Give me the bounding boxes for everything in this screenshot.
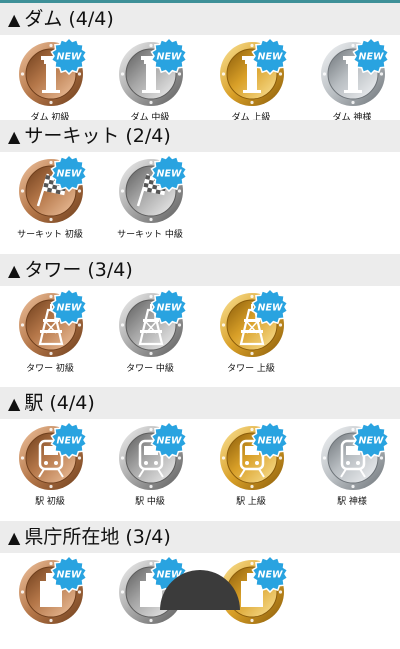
- badge-label: 駅 上級: [236, 497, 266, 507]
- new-badge: NEW: [150, 288, 188, 326]
- badge-item[interactable]: NEW ダム 神様: [302, 37, 400, 131]
- new-badge: NEW: [50, 37, 88, 75]
- badge-item[interactable]: NEW 駅 初級: [0, 421, 100, 515]
- new-badge-label: NEW: [57, 169, 82, 180]
- badge-label: タワー 中級: [126, 364, 174, 374]
- new-badge: NEW: [352, 37, 390, 75]
- badge-label: タワー 上級: [227, 364, 275, 374]
- section-header[interactable]: ▲ サーキット (2/4): [0, 120, 400, 152]
- new-badge-label: NEW: [359, 52, 384, 63]
- section-title: ダム (4/4): [24, 8, 114, 30]
- new-badge: NEW: [50, 555, 88, 593]
- badge-label: 駅 中級: [135, 497, 165, 507]
- collapse-arrow-icon: ▲: [8, 261, 21, 280]
- badge-label: サーキット 中級: [117, 230, 183, 240]
- new-badge-label: NEW: [57, 303, 82, 314]
- badge-item[interactable]: NEW ダム 初級: [0, 37, 100, 131]
- badge-item[interactable]: NEW 駅 神様: [302, 421, 400, 515]
- badge-grid: NEW サーキット 初級 NEW サーキット 中級: [0, 154, 400, 248]
- new-badge: NEW: [150, 37, 188, 75]
- new-badge-label: NEW: [157, 303, 182, 314]
- badge-label: タワー 初級: [26, 364, 74, 374]
- new-badge-label: NEW: [57, 570, 82, 581]
- badge-item[interactable]: NEW サーキット 初級: [0, 154, 100, 248]
- new-badge-label: NEW: [258, 570, 283, 581]
- new-badge: NEW: [251, 421, 289, 459]
- badge-label: 駅 神様: [337, 497, 367, 507]
- new-badge: NEW: [251, 288, 289, 326]
- section-header[interactable]: ▲ 駅 (4/4): [0, 387, 400, 419]
- new-badge-label: NEW: [157, 52, 182, 63]
- new-badge-label: NEW: [258, 436, 283, 447]
- badge-item[interactable]: NEW タワー 上級: [201, 288, 301, 382]
- section-title: 県庁所在地 (3/4): [24, 526, 171, 548]
- new-badge-label: NEW: [258, 52, 283, 63]
- new-badge: NEW: [50, 154, 88, 192]
- badge-grid: NEW 駅 初級 NEW 駅 中級 NEW 駅 上級 NEW 駅 神様: [0, 421, 400, 515]
- badge-item[interactable]: NEW 駅 中級: [100, 421, 200, 515]
- badge-item[interactable]: NEW サーキット 中級: [100, 154, 200, 248]
- new-badge-label: NEW: [157, 436, 182, 447]
- section-header[interactable]: ▲ タワー (3/4): [0, 254, 400, 286]
- badge-item[interactable]: NEW ダム 中級: [100, 37, 200, 131]
- badge-grid: NEW ダム 初級 NEW ダム 中級 NEW ダム 上級 NEW ダム 神様: [0, 37, 400, 131]
- new-badge: NEW: [251, 37, 289, 75]
- new-badge: NEW: [251, 555, 289, 593]
- new-badge-label: NEW: [258, 303, 283, 314]
- badge-grid: NEW タワー 初級 NEW タワー 中級 NEW タワー 上級: [0, 288, 400, 382]
- section-title: 駅 (4/4): [24, 392, 95, 414]
- new-badge: NEW: [50, 288, 88, 326]
- badge-label: 駅 初級: [35, 497, 65, 507]
- new-badge-label: NEW: [57, 52, 82, 63]
- section-title: タワー (3/4): [24, 259, 133, 281]
- collapse-arrow-icon: ▲: [8, 528, 21, 547]
- new-badge: NEW: [150, 154, 188, 192]
- collapse-arrow-icon: ▲: [8, 394, 21, 413]
- new-badge-label: NEW: [359, 436, 384, 447]
- badge-item[interactable]: NEW タワー 中級: [100, 288, 200, 382]
- badge-item[interactable]: NEW ダム 上級: [201, 37, 301, 131]
- section-title: サーキット (2/4): [24, 125, 171, 147]
- section-header[interactable]: ▲ ダム (4/4): [0, 3, 400, 35]
- collapse-arrow-icon: ▲: [8, 10, 21, 29]
- section-header[interactable]: ▲ 県庁所在地 (3/4): [0, 521, 400, 553]
- badge-label: サーキット 初級: [17, 230, 83, 240]
- badge-item[interactable]: NEW タワー 初級: [0, 288, 100, 382]
- badge-item[interactable]: NEW 駅 上級: [201, 421, 301, 515]
- badge-item[interactable]: NEW: [0, 555, 100, 649]
- new-badge: NEW: [352, 421, 390, 459]
- new-badge: NEW: [50, 421, 88, 459]
- new-badge: NEW: [150, 421, 188, 459]
- new-badge-label: NEW: [57, 436, 82, 447]
- new-badge-label: NEW: [157, 169, 182, 180]
- collapse-arrow-icon: ▲: [8, 127, 21, 146]
